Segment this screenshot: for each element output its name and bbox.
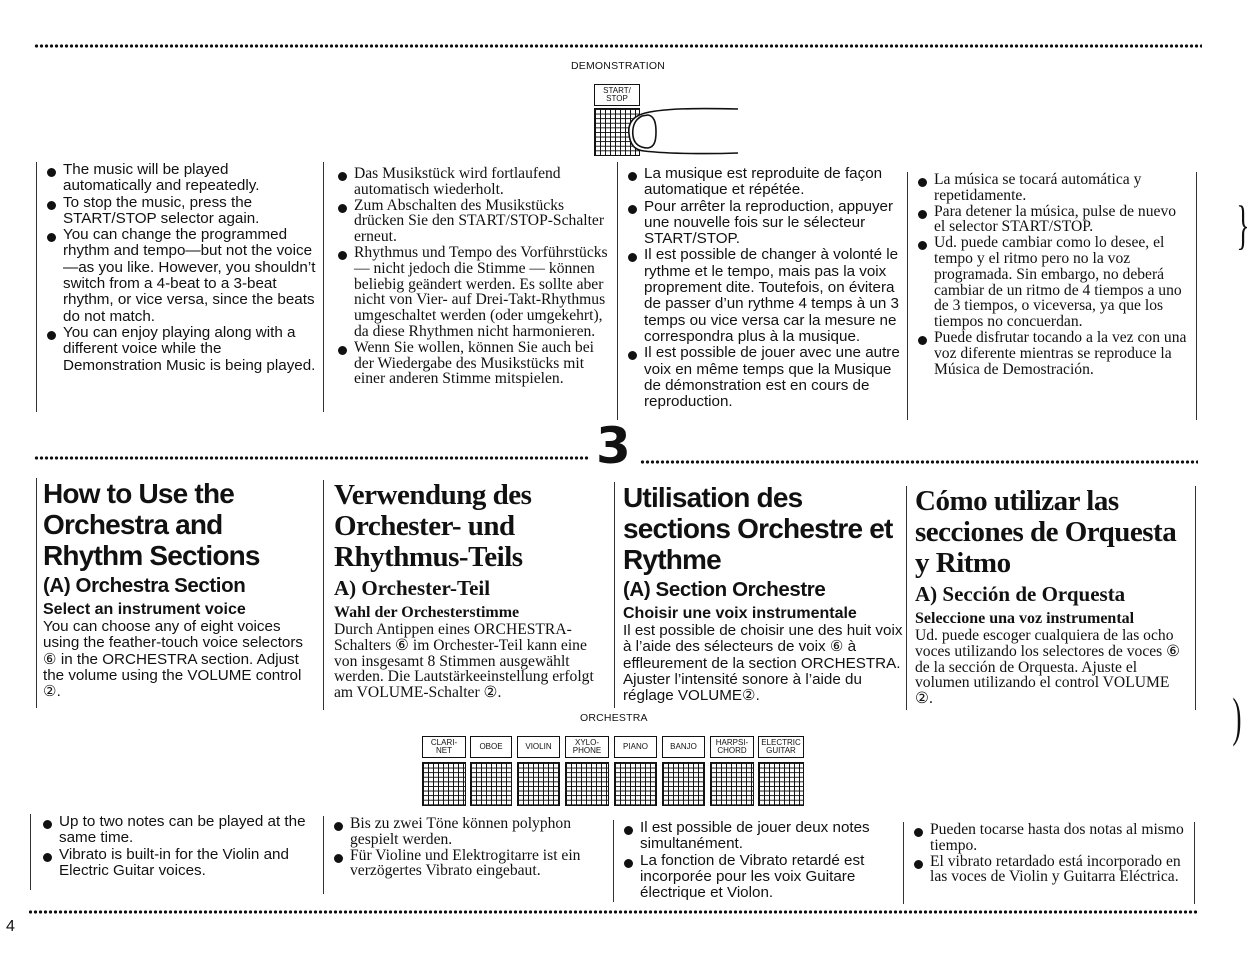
section-number-marker: 3 xyxy=(596,417,631,475)
section-heading: Seleccione una voz instrumental xyxy=(915,610,1135,627)
voice-label: CLARI- NET xyxy=(430,738,458,755)
orchestra-note: Für Violine und Elektrogitarre ist ein v… xyxy=(330,847,609,880)
demo-note: Para detener la música, pulse de nuevo e… xyxy=(914,203,1190,236)
voice-selector-button[interactable]: OBOE xyxy=(470,736,512,758)
voice-selector-button[interactable]: HARPSI- CHORD xyxy=(710,736,754,758)
section-subtitle: (A) Orchestra Section xyxy=(43,574,246,597)
demo-note: Das Musikstück wird fortlaufend automati… xyxy=(334,166,611,198)
demo-note: La música se tocará automática y repetid… xyxy=(914,172,1190,204)
orchestra-caption: ORCHESTRA xyxy=(580,712,648,724)
orchestra-note: Il est possible de jouer deux notes simu… xyxy=(620,819,901,853)
section-subtitle: (A) Section Orchestre xyxy=(623,578,826,601)
orchestra-notes-de: Bis zu zwei Töne können polyphon gespiel… xyxy=(323,816,613,894)
section-divider-left xyxy=(34,456,590,460)
demo-note: You can enjoy playing along with a diffe… xyxy=(43,324,316,374)
demo-note: Rhythmus und Tempo des Vorführstücks — n… xyxy=(334,245,611,340)
orchestra-notes-es: Pueden tocarse hasta dos notas al mismo … xyxy=(903,822,1195,904)
section-body: Ud. puede escoger cualquiera de las ocho… xyxy=(915,627,1181,708)
section-heading: Choisir une voix instrumentale xyxy=(623,605,857,622)
voice-label: VIOLIN xyxy=(525,742,552,751)
voice-label: XYLO- PHONE xyxy=(572,738,602,755)
voice-selector-button[interactable]: BANJO xyxy=(662,736,705,758)
orchestra-note: Vibrato is built-in for the Violin and E… xyxy=(39,846,312,880)
orchestra-note: El vibrato retardado está incorporado en… xyxy=(910,853,1190,886)
demo-notes-es: La música se tocará automática y repetid… xyxy=(907,172,1197,420)
voice-key-pad xyxy=(517,762,560,806)
demo-note: The music will be played automatically a… xyxy=(43,161,316,195)
section-heading: Select an instrument voice xyxy=(43,601,246,618)
section-body: You can choose any of eight voices using… xyxy=(43,618,304,701)
voice-key-pad xyxy=(710,762,754,806)
orchestra-note: Up to two notes can be played at the sam… xyxy=(39,813,312,847)
section-heading: Wahl der Orchesterstimme xyxy=(334,604,520,621)
voice-label: ELECTRIC GUITAR xyxy=(761,738,801,755)
demo-note: You can change the programmed rhythm and… xyxy=(43,227,316,325)
orchestra-section-es: Cómo utilizar las secciones de Orquesta … xyxy=(906,486,1196,710)
right-margin-brace-icon: } xyxy=(1236,195,1250,255)
voice-selector-button[interactable]: VIOLIN xyxy=(517,736,560,758)
right-margin-brace-icon: ) xyxy=(1232,687,1242,747)
start-stop-button[interactable]: START/ STOP xyxy=(594,84,640,106)
bottom-dotted-rule xyxy=(28,910,1198,914)
demo-note: Pour arrêter la reproduction, appuyer un… xyxy=(624,198,905,248)
demo-note: Il est possible de changer à volonté le … xyxy=(624,247,905,345)
section-divider-right xyxy=(640,460,1198,464)
voice-key-pad xyxy=(422,762,466,806)
voice-label: OBOE xyxy=(479,742,503,751)
voice-label: PIANO xyxy=(623,742,648,751)
section-body: Il est possible de choisir une des huit … xyxy=(623,622,903,705)
orchestra-notes-fr: Il est possible de jouer deux notes simu… xyxy=(613,819,903,902)
section-subtitle: A) Orchester-Teil xyxy=(334,576,491,600)
demo-notes-de: Das Musikstück wird fortlaufend automati… xyxy=(323,162,617,412)
demo-notes-en: The music will be played automatically a… xyxy=(36,161,322,412)
start-stop-label: START/ STOP xyxy=(603,86,631,103)
orchestra-notes-en: Up to two notes can be played at the sam… xyxy=(30,813,318,890)
demo-note: To stop the music, press the START/STOP … xyxy=(43,194,316,228)
voice-key-pad xyxy=(565,762,609,806)
demo-note: Il est possible de jouer avec une autre … xyxy=(624,345,905,410)
demo-note: Puede disfrutar tocando a la vez con una… xyxy=(914,330,1190,377)
demo-notes-fr: La musique est reproduite de façon autom… xyxy=(617,162,907,420)
voice-key-pad xyxy=(662,762,705,806)
voice-key-pad xyxy=(758,762,804,806)
demo-note: Ud. puede cambiar como lo desee, el temp… xyxy=(914,235,1190,330)
orchestra-section-de: Verwendung des Orchester- und Rhythmus-T… xyxy=(323,480,617,710)
demo-note: La musique est reproduite de façon autom… xyxy=(624,165,905,199)
demo-note: Wenn Sie wollen, können Sie auch bei der… xyxy=(334,339,611,387)
voice-selector-button[interactable]: CLARI- NET xyxy=(422,736,466,758)
voice-key-pad xyxy=(614,762,657,806)
voice-selector-button[interactable]: XYLO- PHONE xyxy=(565,736,609,758)
section-title: Utilisation des sections Orchestre et Ry… xyxy=(623,482,893,575)
page-number: 4 xyxy=(6,918,15,935)
demo-note: Zum Abschalten des Musikstücks drücken S… xyxy=(334,197,611,245)
section-title: Verwendung des Orchester- und Rhythmus-T… xyxy=(334,479,532,573)
section-body: Durch Antippen eines ORCHESTRA-Schalters… xyxy=(334,621,594,702)
section-title: Cómo utilizar las secciones de Orquesta … xyxy=(915,485,1177,579)
voice-label: BANJO xyxy=(670,742,697,751)
voice-key-pad xyxy=(470,762,512,806)
finger-icon xyxy=(627,107,739,155)
voice-selector-button[interactable]: PIANO xyxy=(614,736,657,758)
top-dotted-rule xyxy=(34,44,1202,48)
orchestra-note: Bis zu zwei Töne können polyphon gespiel… xyxy=(330,816,609,848)
orchestra-section-en: How to Use the Orchestra and Rhythm Sect… xyxy=(36,478,322,708)
orchestra-note: Pueden tocarse hasta dos notas al mismo … xyxy=(910,822,1190,854)
orchestra-note: La fonction de Vibrato retardé est incor… xyxy=(620,852,901,902)
voice-label: HARPSI- CHORD xyxy=(715,738,749,755)
orchestra-section-fr: Utilisation des sections Orchestre et Ry… xyxy=(614,482,906,708)
voice-selector-button[interactable]: ELECTRIC GUITAR xyxy=(758,736,804,758)
section-title: How to Use the Orchestra and Rhythm Sect… xyxy=(43,478,261,571)
demonstration-caption: DEMONSTRATION xyxy=(571,60,665,72)
section-subtitle: A) Sección de Orquesta xyxy=(915,582,1126,606)
